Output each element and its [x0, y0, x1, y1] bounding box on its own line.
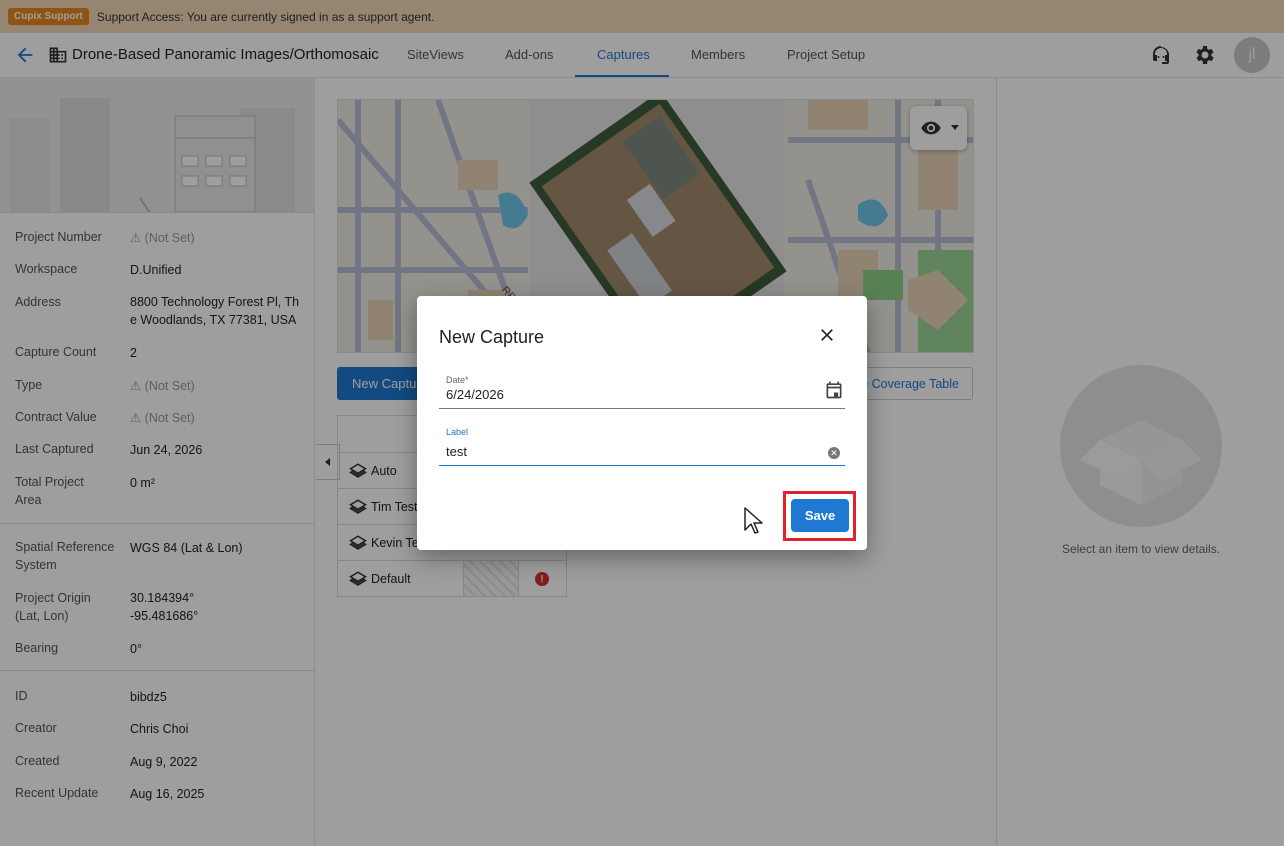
calendar-icon[interactable] [824, 380, 844, 400]
date-field[interactable] [439, 381, 845, 409]
dialog-title: New Capture [439, 327, 545, 347]
save-button[interactable]: Save [791, 499, 849, 532]
label-field[interactable] [439, 438, 845, 466]
clear-icon[interactable]: ✕ [828, 447, 840, 459]
label-field-label: Label [446, 427, 469, 437]
cursor-icon [744, 507, 763, 534]
close-icon[interactable] [817, 325, 837, 345]
new-capture-dialog: New Capture Date* Label ✕ Save [417, 296, 867, 550]
